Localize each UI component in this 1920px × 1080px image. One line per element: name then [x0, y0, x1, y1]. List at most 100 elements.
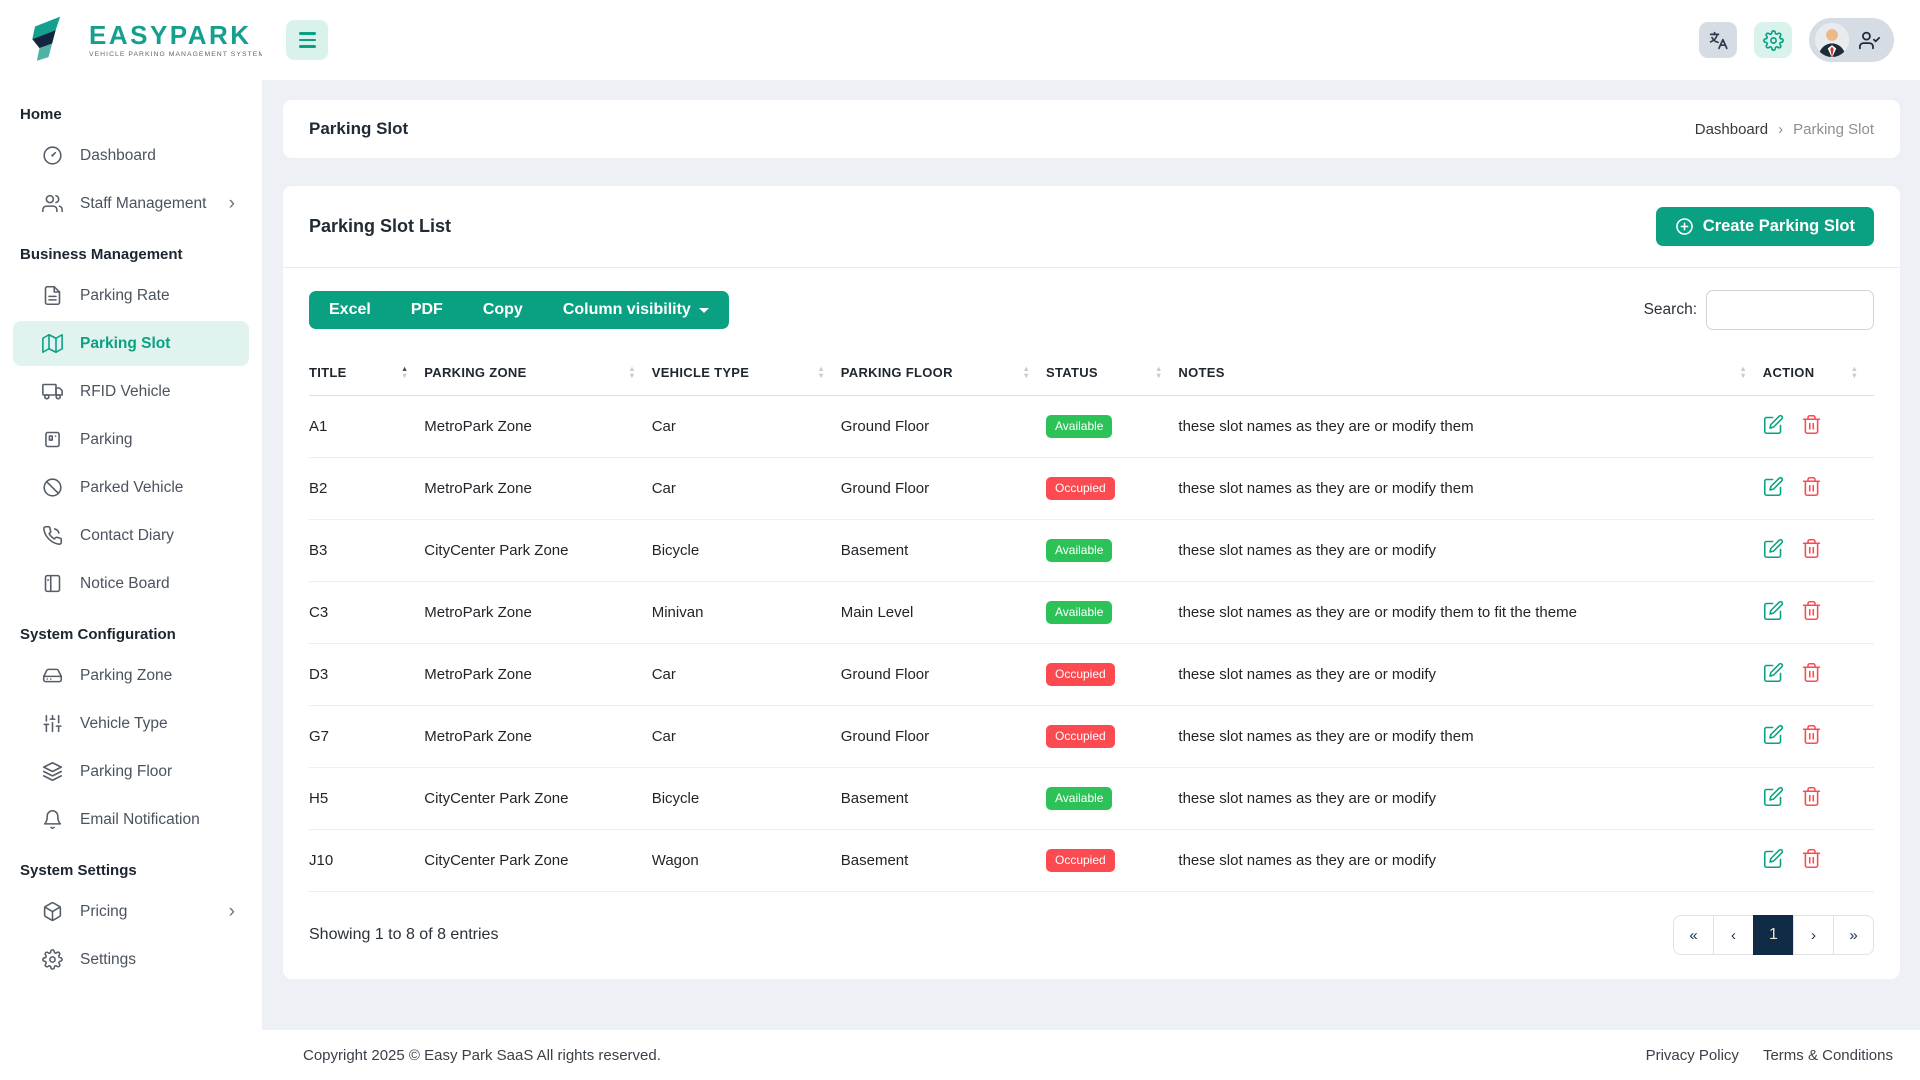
status-badge: Occupied	[1045, 477, 1115, 500]
user-menu[interactable]	[1809, 18, 1894, 62]
file-text-icon	[42, 285, 63, 306]
copy-button[interactable]: Copy	[463, 291, 543, 329]
pagination-page-1[interactable]: 1	[1753, 915, 1794, 955]
pagination-next[interactable]: ›	[1793, 915, 1834, 955]
delete-button[interactable]	[1801, 538, 1822, 562]
edit-button[interactable]	[1763, 848, 1784, 872]
cell-parking-floor: Ground Floor	[840, 643, 1046, 706]
card-title: Parking Slot List	[309, 216, 452, 236]
column-header-vehicle-type[interactable]: VEHICLE TYPE ▲ ▼	[651, 350, 841, 396]
edit-button[interactable]	[1763, 538, 1784, 562]
column-header-parking-zone[interactable]: PARKING ZONE ▲ ▼	[424, 350, 652, 396]
column-header-notes[interactable]: NOTES ▲ ▼	[1178, 350, 1763, 396]
cell-parking-floor: Basement	[840, 519, 1046, 582]
gear-icon	[42, 949, 63, 970]
cell-parking-zone: MetroPark Zone	[424, 395, 652, 458]
pagination-prev[interactable]: ‹	[1713, 915, 1754, 955]
parking-slot-list-card: Parking Slot List Create Parking Slot Ex…	[283, 186, 1900, 979]
delete-button[interactable]	[1801, 662, 1822, 686]
cell-notes: these slot names as they are or modify t…	[1178, 705, 1763, 768]
pdf-button[interactable]: PDF	[391, 291, 463, 329]
pagination-last[interactable]: »	[1833, 915, 1874, 955]
edit-button[interactable]	[1763, 662, 1784, 686]
cell-notes: these slot names as they are or modify t…	[1178, 581, 1763, 644]
sidebar-item-vehicle-type[interactable]: Vehicle Type	[13, 701, 249, 746]
breadcrumb-dashboard[interactable]: Dashboard	[1695, 121, 1768, 138]
page-header-card: Parking Slot Dashboard › Parking Slot	[283, 100, 1900, 158]
cell-notes: these slot names as they are or modify	[1178, 767, 1763, 830]
table-row-c3: C3 MetroPark Zone Minivan Main Level Availab…	[309, 581, 1874, 644]
sidebar-item-settings[interactable]: Settings	[13, 937, 249, 982]
plus-circle-icon	[1675, 218, 1693, 235]
privacy-policy-link[interactable]: Privacy Policy	[1646, 1047, 1739, 1064]
sidebar-item-staff-management[interactable]: Staff Management ›	[13, 181, 249, 226]
hard-drive-icon	[42, 665, 63, 686]
sidebar-item-pricing[interactable]: Pricing ›	[13, 889, 249, 934]
ban-icon	[42, 477, 63, 498]
edit-button[interactable]	[1763, 600, 1784, 624]
edit-icon	[1763, 724, 1784, 748]
cell-parking-floor: Main Level	[840, 581, 1046, 644]
settings-button[interactable]	[1754, 22, 1792, 58]
edit-button[interactable]	[1763, 786, 1784, 810]
edit-button[interactable]	[1763, 724, 1784, 748]
sidebar-item-dashboard[interactable]: Dashboard	[13, 133, 249, 178]
delete-button[interactable]	[1801, 414, 1822, 438]
breadcrumb: Dashboard › Parking Slot	[1695, 121, 1874, 138]
create-parking-slot-button[interactable]: Create Parking Slot	[1655, 207, 1874, 246]
edit-button[interactable]	[1763, 476, 1784, 500]
pagination: « ‹ 1 › »	[1673, 915, 1874, 955]
map-icon	[42, 333, 63, 354]
delete-button[interactable]	[1801, 600, 1822, 624]
sort-icon: ▲ ▼	[1739, 364, 1747, 380]
delete-button[interactable]	[1801, 848, 1822, 872]
status-badge: Occupied	[1045, 725, 1115, 748]
column-visibility-button[interactable]: Column visibility	[543, 291, 729, 329]
edit-icon	[1763, 662, 1784, 686]
search-label: Search:	[1643, 301, 1697, 318]
terms-and-conditions-link[interactable]: Terms & Conditions	[1763, 1047, 1893, 1064]
cell-vehicle-type: Car	[651, 395, 841, 458]
trash-icon	[1801, 476, 1822, 500]
caret-down-icon	[698, 307, 709, 313]
sidebar-item-parking-slot[interactable]: Parking Slot	[13, 321, 249, 366]
sidebar-item-notice-board[interactable]: Notice Board	[13, 561, 249, 606]
edit-icon	[1763, 476, 1784, 500]
breadcrumb-current: Parking Slot	[1793, 120, 1874, 138]
sidebar-item-parking[interactable]: Parking	[13, 417, 249, 462]
entries-info: Showing 1 to 8 of 8 entries	[309, 926, 499, 943]
table-row-g7: G7 MetroPark Zone Car Ground Floor Occupied t…	[309, 705, 1874, 768]
logo[interactable]: EASYPARK VEHICLE PARKING MANAGEMENT SYST…	[0, 0, 262, 80]
language-button[interactable]	[1699, 22, 1737, 58]
sidebar-item-contact-diary[interactable]: Contact Diary	[13, 513, 249, 558]
translate-icon	[1709, 31, 1728, 49]
sidebar-item-email-notification[interactable]: Email Notification	[13, 797, 249, 842]
sidebar-item-parked-vehicle[interactable]: Parked Vehicle	[13, 465, 249, 510]
sidebar-item-rfid-vehicle[interactable]: RFID Vehicle	[13, 369, 249, 414]
column-header-title[interactable]: TITLE ▲ ▼	[309, 350, 425, 396]
cell-title: H5	[309, 767, 425, 830]
sidebar-item-parking-rate[interactable]: Parking Rate	[13, 273, 249, 318]
sidebar-section-system-configuration: System Configuration	[20, 626, 176, 643]
table-row-d3: D3 MetroPark Zone Car Ground Floor Occupied t…	[309, 643, 1874, 706]
cell-notes: these slot names as they are or modify t…	[1178, 457, 1763, 520]
pagination-first[interactable]: «	[1673, 915, 1714, 955]
sidebar-item-parking-zone[interactable]: Parking Zone	[13, 653, 249, 698]
sidebar-toggle-button[interactable]	[286, 20, 328, 60]
cell-notes: these slot names as they are or modify	[1178, 519, 1763, 582]
column-header-parking-floor[interactable]: PARKING FLOOR ▲ ▼	[840, 350, 1046, 396]
cell-title: B2	[309, 457, 425, 520]
delete-button[interactable]	[1801, 786, 1822, 810]
column-header-status[interactable]: STATUS ▲ ▼	[1045, 350, 1179, 396]
search-input[interactable]	[1706, 290, 1874, 330]
cell-parking-floor: Ground Floor	[840, 705, 1046, 768]
parking-slot-table: TITLE ▲ ▼ PARKING ZONE ▲ ▼ VEHICLE TYPE ▲ ▼ PARKI…	[309, 350, 1874, 892]
trash-icon	[1801, 848, 1822, 872]
column-header-action[interactable]: ACTION ▲ ▼	[1762, 350, 1874, 396]
brand-tagline: VEHICLE PARKING MANAGEMENT SYSTEM	[89, 51, 262, 58]
delete-button[interactable]	[1801, 476, 1822, 500]
excel-button[interactable]: Excel	[309, 291, 391, 329]
edit-button[interactable]	[1763, 414, 1784, 438]
sidebar-item-parking-floor[interactable]: Parking Floor	[13, 749, 249, 794]
delete-button[interactable]	[1801, 724, 1822, 748]
